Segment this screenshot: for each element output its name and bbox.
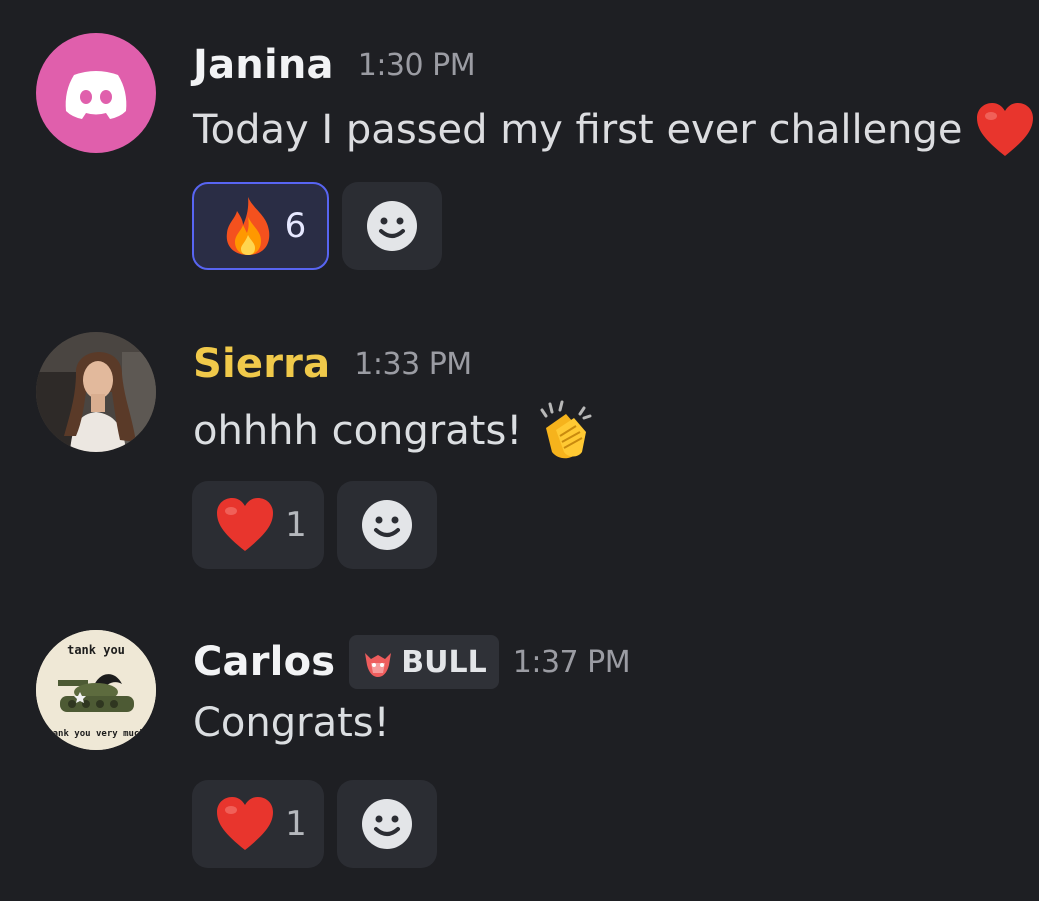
reaction-bar: 1 <box>192 481 437 569</box>
add-reaction-button[interactable] <box>337 780 437 868</box>
message-content: Today I passed my first ever challenge <box>193 102 1035 158</box>
red-heart-icon <box>976 103 1033 156</box>
avatar-text-bottom: tank you very much <box>47 729 145 739</box>
message-content: ohhhh congrats! <box>193 400 596 462</box>
reaction-bar: 1 <box>192 780 437 868</box>
reaction-count: 1 <box>285 804 307 844</box>
message-header: Sierra 1:33 PM <box>193 341 472 387</box>
message-header: Carlos BULL 1:37 PM <box>193 635 631 689</box>
timestamp: 1:37 PM <box>512 644 631 680</box>
username[interactable]: Janina <box>193 42 334 88</box>
avatar-janina[interactable] <box>36 33 156 153</box>
username[interactable]: Carlos <box>193 639 335 685</box>
reaction-fire[interactable]: 6 <box>192 182 329 270</box>
smiley-icon <box>367 201 417 251</box>
reaction-red-heart[interactable]: 1 <box>192 780 324 868</box>
avatar-carlos[interactable]: tank you tank you very much <box>36 630 156 750</box>
timestamp: 1:33 PM <box>354 346 472 382</box>
reaction-red-heart[interactable]: 1 <box>192 481 324 569</box>
red-heart-icon <box>217 498 274 551</box>
role-badge[interactable]: BULL <box>349 635 499 689</box>
message-header: Janina 1:30 PM <box>193 42 476 88</box>
role-name: BULL <box>401 644 487 680</box>
smiley-icon <box>362 500 412 550</box>
smiley-icon <box>362 799 412 849</box>
reaction-bar: 6 <box>192 182 442 270</box>
message-text: Congrats! <box>193 700 390 746</box>
woman-portrait-avatar-icon <box>36 332 156 452</box>
reaction-count: 6 <box>284 206 307 246</box>
message-text: Today I passed my first ever challenge <box>193 107 963 153</box>
bull-role-icon <box>365 653 392 677</box>
tank-cartoon-avatar-icon: tank you tank you very much <box>36 630 156 750</box>
avatar-text-top: tank you <box>67 643 125 657</box>
reaction-count: 1 <box>285 505 307 545</box>
avatar-sierra[interactable] <box>36 332 156 452</box>
fire-icon <box>226 197 269 255</box>
message-content: Congrats! <box>193 700 390 746</box>
clapping-hands-icon <box>540 400 592 459</box>
username[interactable]: Sierra <box>193 341 330 387</box>
message-text: ohhhh congrats! <box>193 408 523 454</box>
discord-logo-icon <box>65 71 127 119</box>
timestamp: 1:30 PM <box>357 47 476 83</box>
add-reaction-button[interactable] <box>342 182 442 270</box>
red-heart-icon <box>217 797 274 850</box>
add-reaction-button[interactable] <box>337 481 437 569</box>
